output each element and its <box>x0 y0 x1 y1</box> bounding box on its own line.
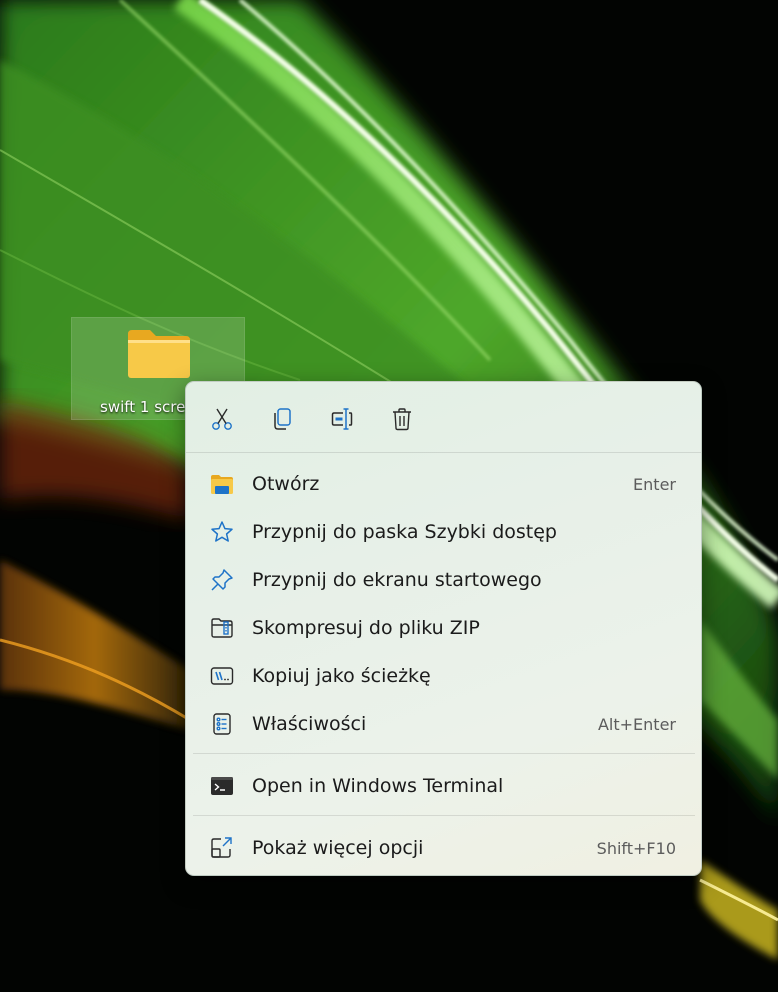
menu-item-shortcut: Enter <box>633 475 676 494</box>
path-copy-icon <box>210 667 234 685</box>
zip-icon <box>211 618 233 638</box>
menu-item-label: Kopiuj jako ścieżkę <box>252 665 431 687</box>
menu-item-label: Przypnij do paska Szybki dostęp <box>252 521 557 543</box>
properties-icon <box>213 713 231 735</box>
menu-item-label: Pokaż więcej opcji <box>252 837 424 859</box>
menu-item-label: Open in Windows Terminal <box>252 775 504 797</box>
delete-button[interactable] <box>384 402 420 436</box>
folder-icon <box>128 330 190 378</box>
menu-item-pin-quick-access[interactable]: Przypnij do paska Szybki dostęp <box>191 510 696 554</box>
menu-item-label: Przypnij do ekranu startowego <box>252 569 542 591</box>
menu-item-open[interactable]: Otwórz Enter <box>191 462 696 506</box>
menu-separator <box>193 815 695 816</box>
menu-item-label: Właściwości <box>252 713 367 735</box>
menu-item-show-more-options[interactable]: Pokaż więcej opcji Shift+F10 <box>191 826 696 870</box>
context-menu: Otwórz Enter Przypnij do paska Szybki do… <box>185 381 702 876</box>
trash-icon <box>393 408 411 431</box>
star-icon <box>211 521 233 542</box>
menu-item-label: Otwórz <box>252 473 320 495</box>
terminal-icon <box>211 777 233 795</box>
menu-item-properties[interactable]: Właściwości Alt+Enter <box>191 702 696 746</box>
folder-label: swift 1 scre <box>100 398 186 416</box>
scissors-icon <box>212 408 232 430</box>
menu-item-open-terminal[interactable]: Open in Windows Terminal <box>191 764 696 808</box>
menu-item-copy-path[interactable]: Kopiuj jako ścieżkę <box>191 654 696 698</box>
rename-button[interactable] <box>324 402 360 436</box>
more-options-icon <box>211 837 232 858</box>
rename-icon <box>331 408 353 430</box>
desktop: swift 1 scre Otwórz Enter Przypnij do pa… <box>0 0 778 992</box>
menu-item-pin-start[interactable]: Przypnij do ekranu startowego <box>191 558 696 602</box>
cut-button[interactable] <box>204 402 240 436</box>
folder-open-icon <box>211 475 233 494</box>
menu-item-shortcut: Alt+Enter <box>597 715 676 734</box>
menu-item-shortcut: Shift+F10 <box>596 839 676 858</box>
context-menu-toolbar <box>186 382 701 452</box>
copy-button[interactable] <box>264 402 300 436</box>
menu-separator <box>193 753 695 754</box>
copy-icon <box>274 408 291 430</box>
pin-icon <box>211 569 233 591</box>
menu-item-label: Skompresuj do pliku ZIP <box>252 617 480 639</box>
menu-item-compress-zip[interactable]: Skompresuj do pliku ZIP <box>191 606 696 650</box>
toolbar-separator <box>186 452 701 453</box>
